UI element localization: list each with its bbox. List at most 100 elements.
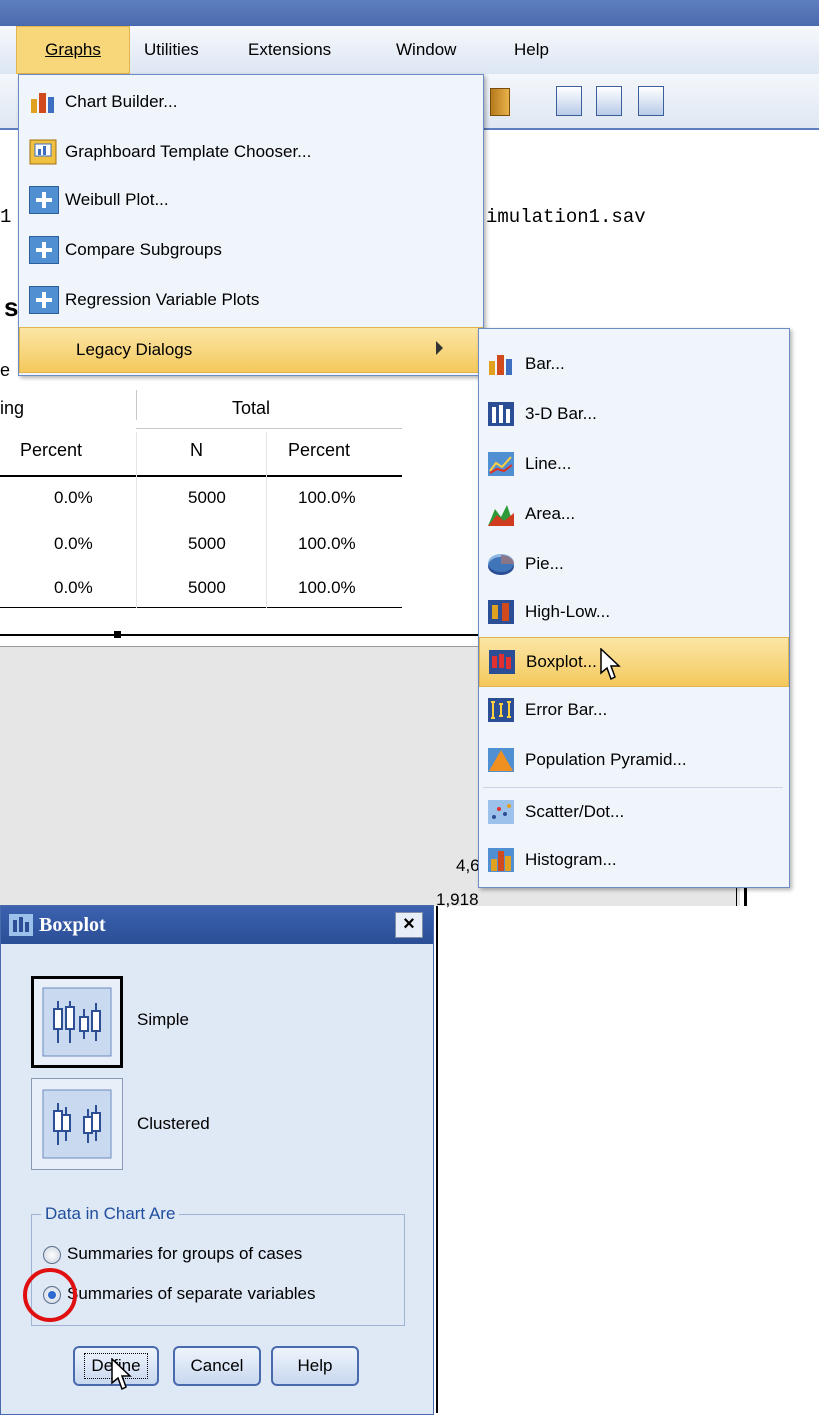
outlier-label: 4,6: [456, 856, 480, 875]
toolbar-insert-icon[interactable]: [596, 86, 622, 116]
menu-item-chart-builder[interactable]: Chart Builder...: [19, 79, 483, 125]
cell: 0.0%: [54, 488, 93, 507]
3d-bar-icon: [488, 402, 514, 426]
mouse-cursor-icon: [111, 1358, 132, 1391]
menu-item-graphboard[interactable]: Graphboard Template Chooser...: [19, 129, 483, 175]
submenu-item-bar[interactable]: Bar...: [479, 341, 789, 387]
menu-item-label: Legacy Dialogs: [76, 340, 193, 359]
toolbar-variables-icon[interactable]: [556, 86, 582, 116]
cell: 0.0%: [54, 534, 93, 553]
chart-plot: [430, 906, 740, 1413]
menu-item-legacy-dialogs[interactable]: Legacy Dialogs: [19, 327, 483, 373]
menu-utilities-label: Utilities: [144, 40, 199, 59]
toolbar-book-icon[interactable]: [490, 88, 510, 116]
menu-extensions[interactable]: Extensions: [248, 40, 331, 60]
clustered-boxplot-icon: [42, 1089, 112, 1159]
submenu-item-label: Error Bar...: [525, 700, 608, 719]
plus-icon: [29, 286, 59, 314]
menu-item-weibull[interactable]: Weibull Plot...: [19, 177, 483, 223]
submenu-item-pie[interactable]: Pie...: [479, 541, 789, 587]
col-header-n: N: [190, 440, 203, 460]
table-group-rule: [136, 428, 402, 429]
cell: 0.0%: [54, 578, 93, 597]
submenu-item-label: Boxplot...: [526, 652, 597, 671]
menu-item-regression-plots[interactable]: Regression Variable Plots: [19, 277, 483, 323]
submenu-arrow-icon: [436, 341, 443, 355]
annotation-red-circle: [23, 1268, 77, 1322]
toolbar-export-icon[interactable]: [638, 86, 664, 116]
menu-help[interactable]: Help: [514, 40, 549, 60]
cell: 5000: [188, 578, 226, 597]
submenu-item-boxplot[interactable]: Boxplot...: [479, 637, 789, 687]
close-icon: ×: [403, 913, 415, 935]
submenu-item-label: Area...: [525, 504, 576, 523]
menu-utilities[interactable]: Utilities: [144, 40, 199, 60]
line-chart-icon: [488, 452, 514, 476]
menu-item-label: Chart Builder...: [65, 92, 178, 111]
error-bar-icon: [488, 698, 514, 722]
outlier-label: 1,918: [436, 890, 479, 909]
graphboard-icon: [29, 139, 57, 165]
cut-left-text: 1: [0, 206, 12, 228]
heading-fragment: s: [4, 292, 19, 322]
submenu-item-scatter-dot[interactable]: Scatter/Dot...: [479, 789, 789, 835]
plus-icon: [29, 236, 59, 264]
submenu-item-3d-bar[interactable]: 3-D Bar...: [479, 391, 789, 437]
menu-window[interactable]: Window: [396, 40, 456, 60]
submenu-item-label: Scatter/Dot...: [525, 802, 625, 821]
submenu-item-label: Histogram...: [525, 850, 617, 869]
output-separator: [0, 634, 480, 636]
chart-builder-icon: [31, 93, 54, 113]
high-low-icon: [488, 600, 514, 624]
col-header-percent: Percent: [20, 440, 83, 460]
table-group-right: Total: [232, 398, 271, 418]
menu-graphs-label: Graphs: [45, 40, 101, 59]
radio-separate-variables-label: Summaries of separate variables: [67, 1284, 316, 1303]
cell: 100.0%: [298, 534, 356, 553]
submenu-item-high-low[interactable]: High-Low...: [479, 589, 789, 635]
option-clustered[interactable]: [31, 1078, 123, 1170]
col-header-percent-total: Percent: [288, 440, 351, 460]
radio-groups-of-cases[interactable]: [43, 1246, 61, 1264]
submenu-item-label: 3-D Bar...: [525, 404, 597, 423]
option-simple[interactable]: [31, 976, 123, 1068]
menu-item-label: Regression Variable Plots: [65, 290, 260, 309]
cancel-button[interactable]: Cancel: [173, 1346, 261, 1386]
submenu-item-area[interactable]: Area...: [479, 491, 789, 537]
submenu-item-label: Bar...: [525, 354, 565, 373]
submenu-item-label: Population Pyramid...: [525, 750, 687, 769]
cancel-button-label: Cancel: [190, 1356, 244, 1375]
table-bottom-rule: [0, 607, 402, 608]
menu-extensions-label: Extensions: [248, 40, 332, 59]
selection-handle[interactable]: [114, 631, 121, 638]
submenu-item-error-bar[interactable]: Error Bar...: [479, 687, 789, 733]
help-button[interactable]: Help: [271, 1346, 359, 1386]
menu-item-label: Graphboard Template Chooser...: [65, 142, 312, 161]
help-button-label: Help: [297, 1356, 333, 1375]
option-simple-label: Simple: [137, 1010, 189, 1029]
submenu-item-line[interactable]: Line...: [479, 441, 789, 487]
histogram-icon: [488, 848, 514, 872]
menu-help-label: Help: [514, 40, 549, 59]
pie-chart-icon: [488, 554, 514, 575]
cell: 100.0%: [298, 578, 356, 597]
legacy-dialogs-submenu: Bar... 3-D Bar... Line... Area... Pie...…: [478, 328, 790, 888]
boxplot-dialog: Boxplot × Simple Clustered Data in Chart…: [0, 905, 434, 1415]
table-row: 0.0% 5000 100.0%: [0, 534, 402, 564]
submenu-item-histogram[interactable]: Histogram...: [479, 837, 789, 883]
cell: 5000: [188, 534, 226, 553]
menu-graphs[interactable]: Graphs: [16, 26, 130, 74]
mouse-cursor-icon: [600, 648, 621, 681]
submenu-item-population-pyramid[interactable]: Population Pyramid...: [479, 737, 789, 783]
submenu-item-label: Pie...: [525, 554, 564, 573]
simple-boxplot-icon: [42, 987, 112, 1057]
bar-chart-icon: [489, 355, 512, 375]
close-button[interactable]: ×: [395, 912, 423, 938]
submenu-item-label: High-Low...: [525, 602, 611, 621]
window-title-bar: [0, 0, 819, 26]
table-group-divider: [136, 390, 137, 420]
menu-item-label: Compare Subgroups: [65, 240, 222, 259]
submenu-separator: [483, 787, 783, 788]
table-group-left: ing: [0, 398, 25, 418]
menu-item-compare-subgroups[interactable]: Compare Subgroups: [19, 227, 483, 273]
